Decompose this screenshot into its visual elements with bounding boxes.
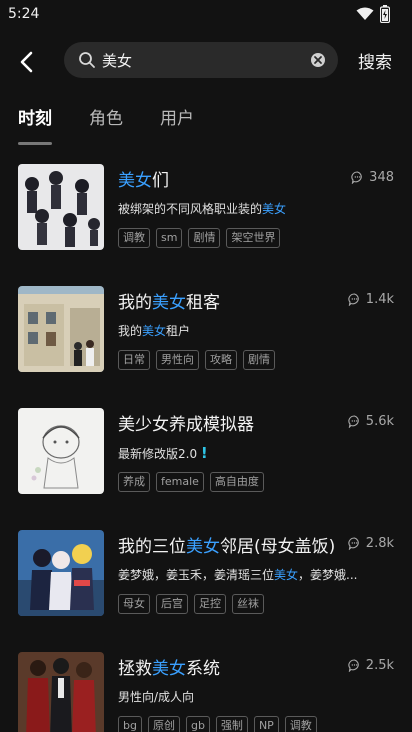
result-thumbnail[interactable]	[18, 286, 104, 372]
tag[interactable]: 高自由度	[209, 472, 264, 492]
tag[interactable]: 男性向	[156, 350, 199, 370]
comment-count-value: 2.8k	[365, 536, 394, 551]
comment-count-value: 1.4k	[365, 292, 394, 307]
tag[interactable]: 调教	[118, 228, 150, 248]
chevron-left-icon	[20, 51, 33, 73]
tag[interactable]: 调教	[284, 716, 317, 732]
tag[interactable]: 攻略	[205, 350, 237, 370]
result-description: 姜梦娥，姜玉禾，姜清瑶三位美女，姜梦娥...	[118, 568, 358, 582]
comment-count: 5.6k	[348, 414, 394, 429]
tab-users[interactable]: 用户	[160, 104, 194, 129]
result-description: 最新修改版2.0 !	[118, 444, 208, 462]
tag[interactable]: 原创	[147, 716, 180, 732]
active-tab-indicator	[18, 142, 52, 145]
clear-search-icon[interactable]	[310, 52, 326, 68]
result-thumbnail[interactable]	[18, 652, 104, 732]
result-tags: bg 原创 gb 强制 NP 调教	[118, 716, 317, 732]
result-item[interactable]: 拯救美女系统 男性向/成人向 2.5k bg 原创 gb 强制 NP 调教	[0, 652, 412, 732]
wifi-icon	[356, 7, 374, 20]
comment-count: 1.4k	[348, 292, 394, 307]
result-item[interactable]: 我的三位美女邻居(母女盖饭) 姜梦娥，姜玉禾，姜清瑶三位美女，姜梦娥... 2.…	[0, 530, 412, 640]
comment-icon	[348, 415, 359, 428]
tag[interactable]: 养成	[118, 472, 150, 492]
tag[interactable]: 后宫	[156, 594, 188, 614]
result-thumbnail[interactable]	[18, 408, 104, 494]
result-title: 我的美女租客	[118, 293, 220, 313]
tab-moments[interactable]: 时刻	[18, 104, 52, 129]
tag[interactable]: female	[156, 472, 204, 492]
comment-icon	[348, 293, 359, 306]
result-item[interactable]: 我的美女租客 我的美女租户 1.4k 日常 男性向 攻略 剧情	[0, 286, 412, 396]
tag[interactable]: sm	[156, 228, 183, 248]
search-button[interactable]: 搜索	[358, 48, 392, 73]
result-item[interactable]: 美少女养成模拟器 最新修改版2.0 ! 5.6k 养成 female 高自由度	[0, 408, 412, 518]
tag[interactable]: 强制	[215, 716, 248, 732]
back-button[interactable]	[10, 46, 42, 78]
tag[interactable]: 日常	[118, 350, 150, 370]
comment-count-value: 348	[369, 170, 394, 185]
comment-count-value: 5.6k	[365, 414, 394, 429]
status-bar: 5:24	[0, 0, 412, 30]
search-query-text[interactable]: 美女	[102, 50, 132, 71]
result-tags: 日常 男性向 攻略 剧情	[118, 350, 275, 370]
result-tabs: 时刻 角色 用户	[0, 104, 412, 152]
tag[interactable]: NP	[253, 716, 279, 732]
tab-characters[interactable]: 角色	[89, 104, 123, 129]
result-title: 拯救美女系统	[118, 659, 220, 679]
comment-count: 348	[351, 170, 394, 185]
result-thumbnail[interactable]	[18, 164, 104, 250]
result-title: 美少女养成模拟器	[118, 415, 254, 435]
result-tags: 调教 sm 剧情 架空世界	[118, 228, 281, 248]
result-title: 美女们	[118, 171, 169, 191]
tag[interactable]: 架空世界	[226, 228, 281, 248]
tag[interactable]: gb	[185, 716, 210, 732]
comment-count-value: 2.5k	[365, 658, 394, 673]
comment-count: 2.8k	[348, 536, 394, 551]
result-item[interactable]: 美女们 被绑架的不同风格职业装的美女 348 调教 sm 剧情 架空世界	[0, 164, 412, 274]
comment-count: 2.5k	[348, 658, 394, 673]
result-title: 我的三位美女邻居(母女盖饭)	[118, 537, 336, 557]
exclamation-mark: !	[200, 444, 208, 462]
result-description: 被绑架的不同风格职业装的美女	[118, 202, 287, 216]
search-input[interactable]: 美女	[64, 42, 338, 78]
result-thumbnail[interactable]	[18, 530, 104, 616]
tag[interactable]: bg	[118, 716, 142, 732]
tag[interactable]: 丝袜	[232, 594, 264, 614]
search-header: 美女 搜索	[0, 38, 412, 84]
comment-icon	[348, 659, 359, 672]
status-icons	[356, 5, 390, 23]
result-tags: 母女 后宫 足控 丝袜	[118, 594, 264, 614]
result-tags: 养成 female 高自由度	[118, 472, 264, 492]
comment-icon	[351, 171, 362, 184]
tag[interactable]: 足控	[194, 594, 226, 614]
result-description: 我的美女租户	[118, 324, 191, 338]
comment-icon	[348, 537, 359, 550]
tag[interactable]: 母女	[118, 594, 150, 614]
search-icon	[79, 52, 95, 68]
tag[interactable]: 剧情	[188, 228, 221, 248]
tag[interactable]: 剧情	[243, 350, 275, 370]
status-time: 5:24	[8, 6, 40, 22]
result-description: 男性向/成人向	[118, 690, 195, 704]
battery-icon	[380, 5, 390, 23]
